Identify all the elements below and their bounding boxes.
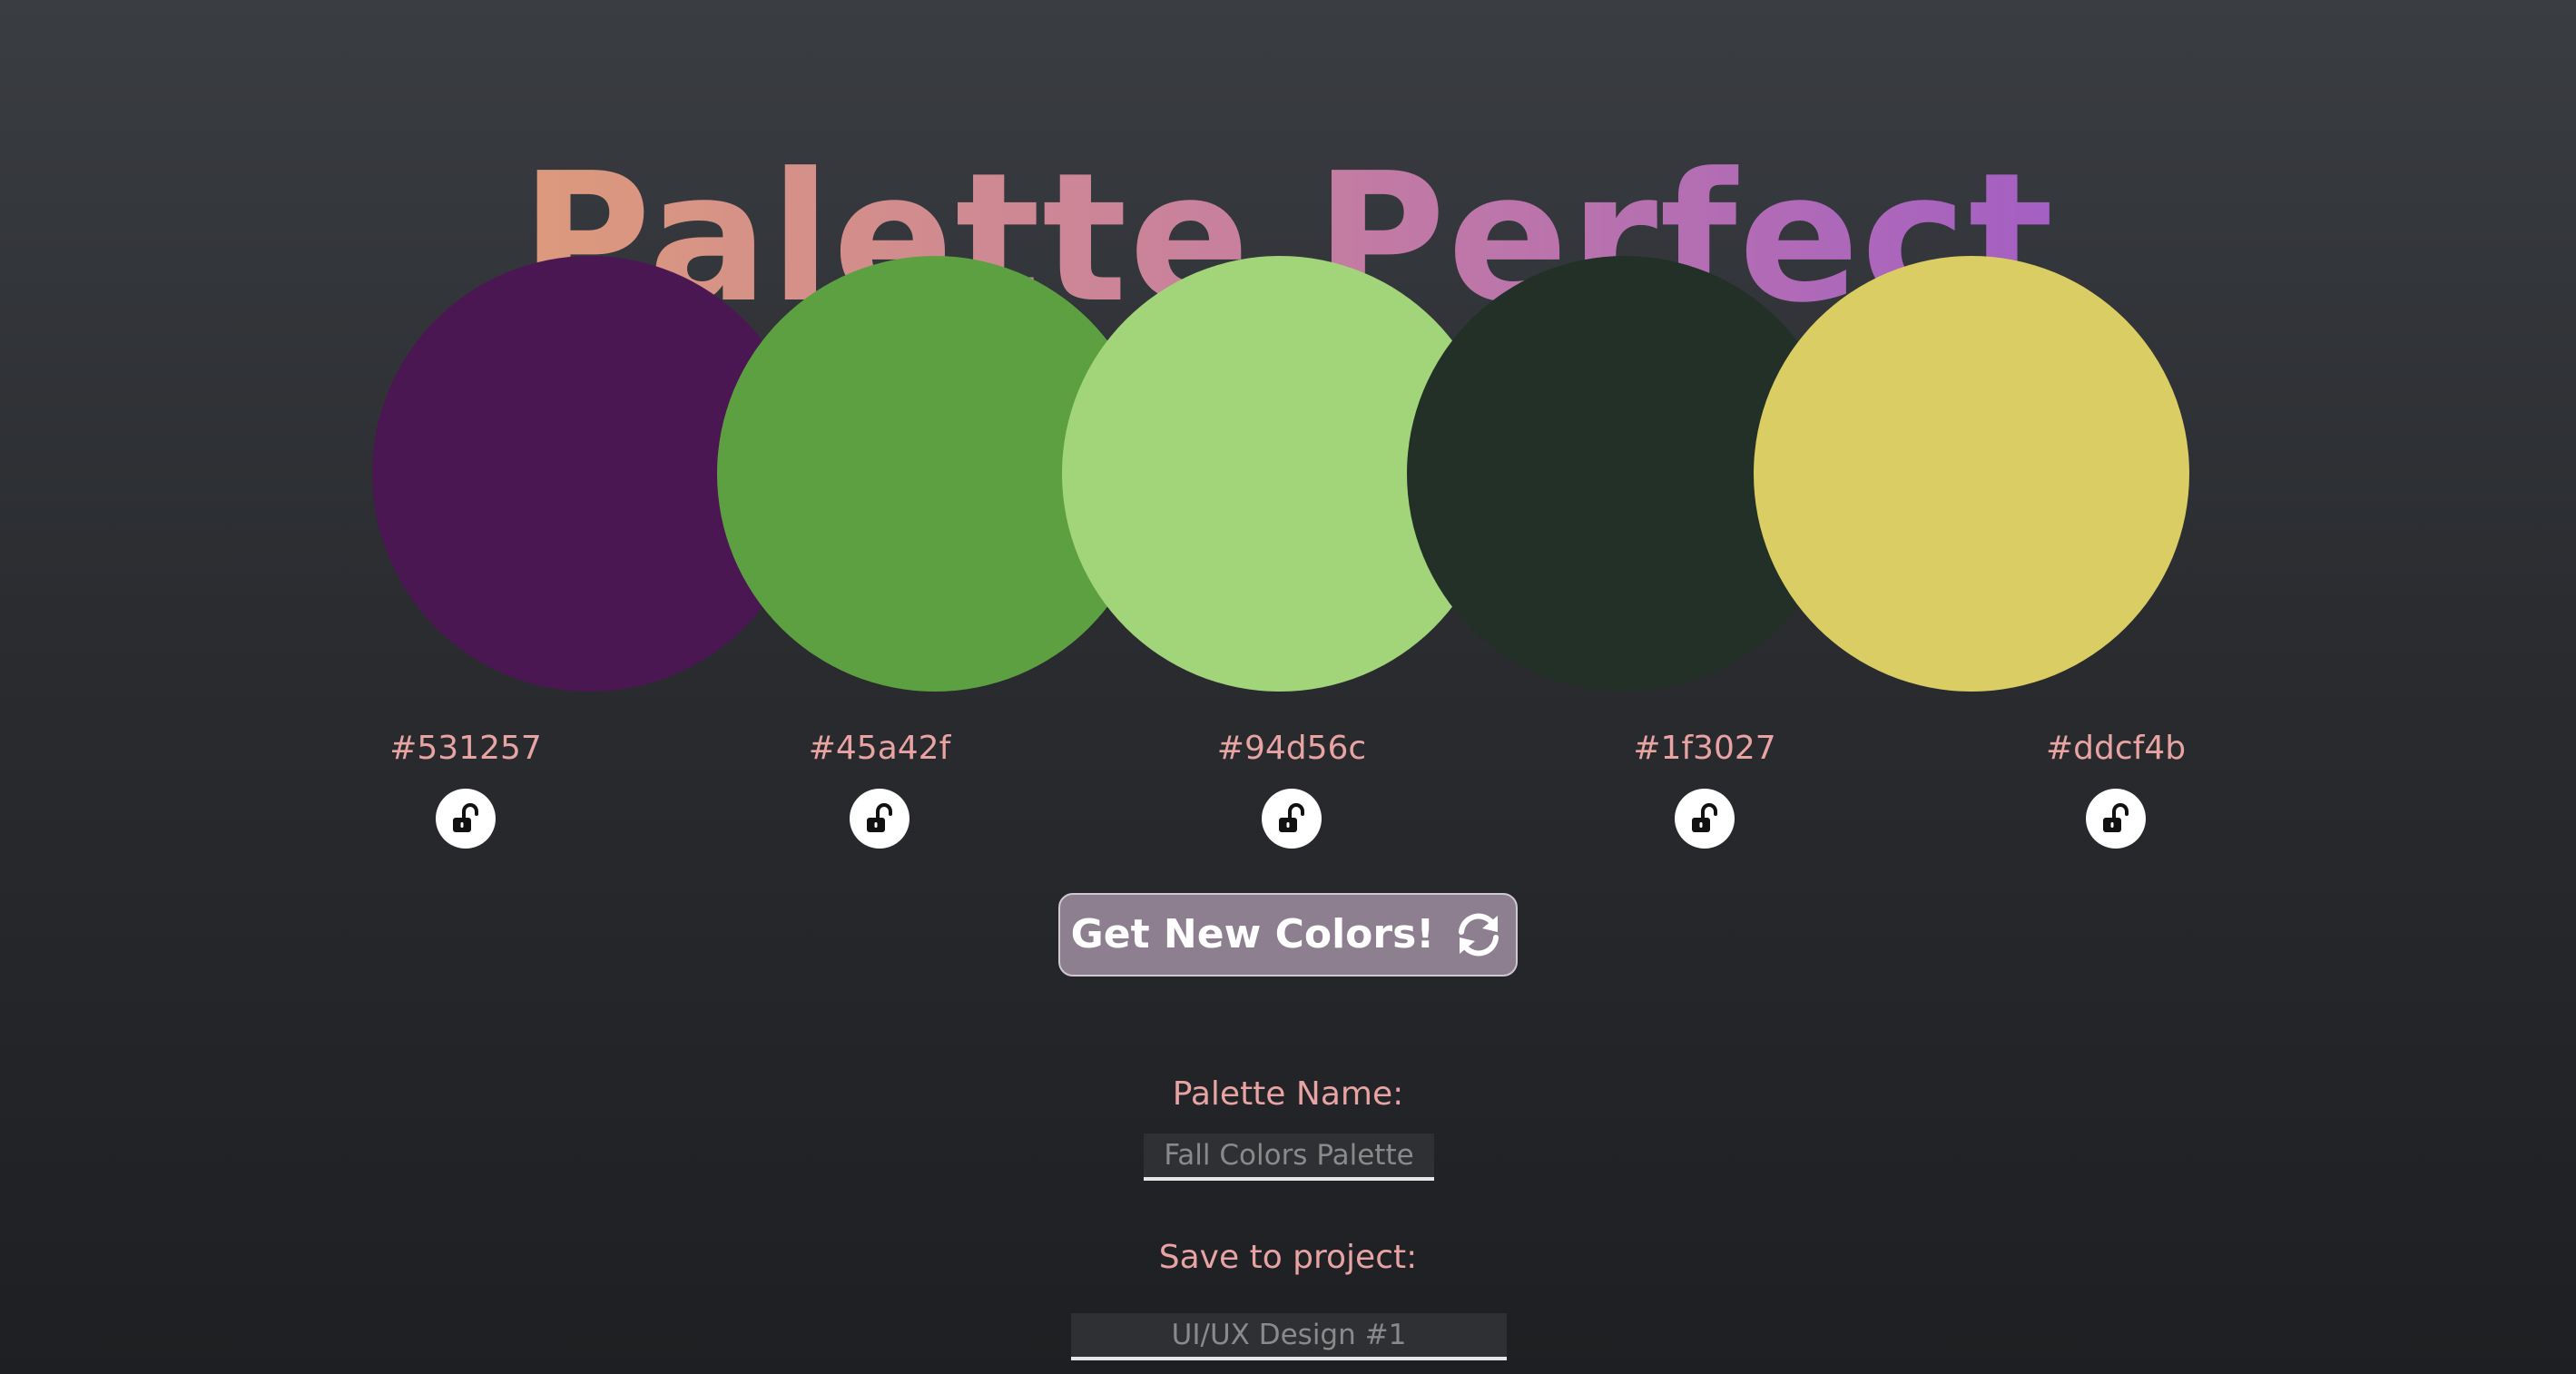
hex-code-4: #1f3027: [1633, 730, 1776, 767]
save-to-project-label: Save to project:: [1158, 1239, 1418, 1276]
unlocked-padlock-icon: [1692, 803, 1717, 832]
lock-button-2[interactable]: [850, 789, 909, 849]
project-input[interactable]: [1071, 1313, 1507, 1360]
unlocked-padlock-icon: [453, 803, 478, 832]
lock-button-5[interactable]: [2086, 789, 2146, 849]
hex-code-3: #94d56c: [1216, 730, 1367, 767]
get-new-colors-label: Get New Colors!: [1070, 911, 1435, 957]
unlocked-padlock-icon: [1279, 803, 1304, 832]
lock-button-4[interactable]: [1675, 789, 1735, 849]
hex-code-1: #531257: [389, 730, 542, 767]
refresh-icon: [1452, 908, 1505, 961]
hex-code-5: #ddcf4b: [2045, 730, 2187, 767]
unlocked-padlock-icon: [2103, 803, 2129, 832]
color-swatch-5[interactable]: [1754, 256, 2189, 692]
palette-name-input[interactable]: [1144, 1134, 1434, 1181]
lock-button-3[interactable]: [1262, 789, 1322, 849]
palette-name-label: Palette Name:: [1172, 1075, 1404, 1113]
hex-code-2: #45a42f: [808, 730, 951, 767]
get-new-colors-button[interactable]: Get New Colors!: [1058, 893, 1518, 977]
unlocked-padlock-icon: [867, 803, 892, 832]
lock-button-1[interactable]: [436, 789, 496, 849]
